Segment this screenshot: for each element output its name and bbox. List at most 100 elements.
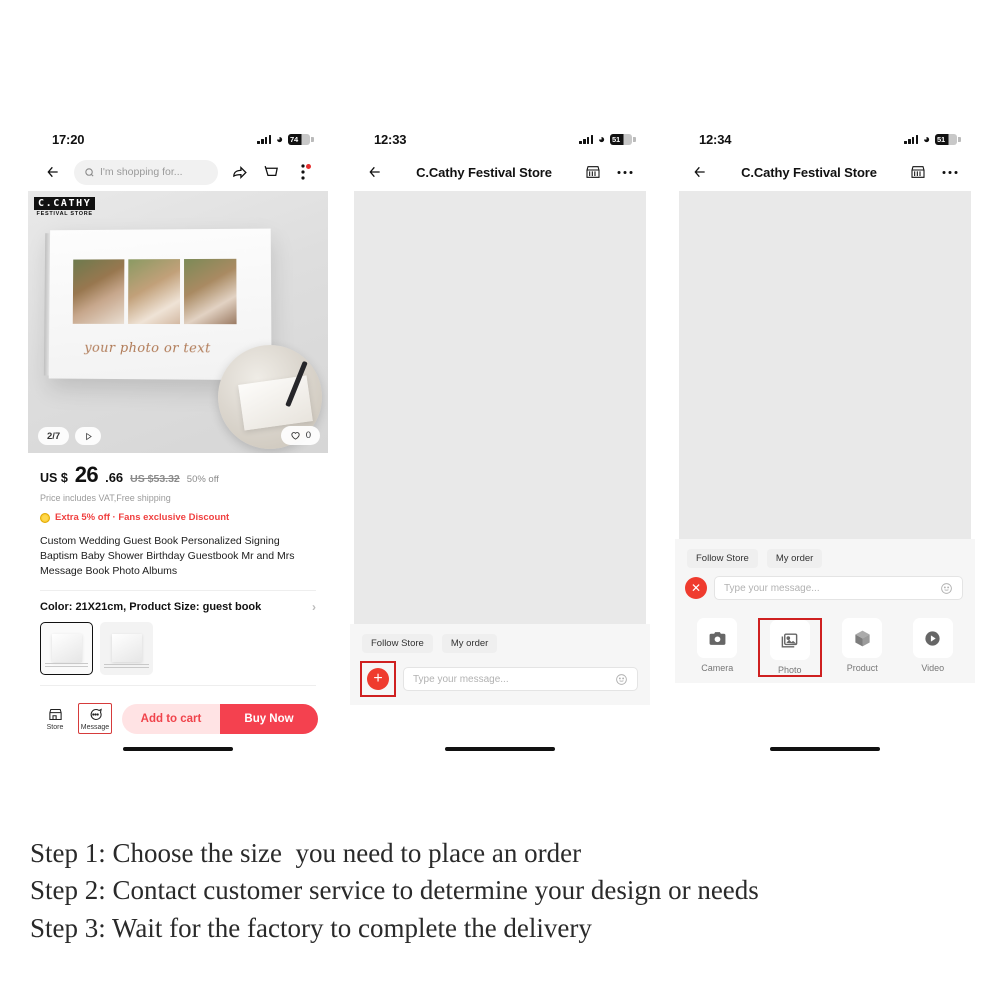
status-bar: 17:20 ◕ 74 (28, 125, 328, 153)
status-indicators: ◕ 51 (579, 132, 636, 146)
variant-option[interactable] (100, 621, 153, 675)
phone-panel-attachments: 12:34 ◕ 51 C.Cathy Festival Store Follow… (675, 125, 975, 760)
photo-collage (72, 258, 237, 325)
chat-bubble-icon (90, 708, 102, 720)
brand-tagline: FESTIVAL STORE (36, 211, 93, 217)
message-input-row: ✕ Type your message... (675, 568, 975, 608)
price-amount: 26 (74, 462, 99, 487)
chat-bottom-bar: Follow Store My order + Type your messag… (350, 624, 650, 705)
image-counter: 2/7 (38, 427, 70, 445)
brand-name: C.CATHY (34, 197, 96, 210)
signal-icon (904, 134, 918, 144)
my-order-chip[interactable]: My order (441, 634, 498, 653)
message-input-row: + Type your message... (350, 653, 650, 705)
home-indicator (123, 747, 233, 751)
message-placeholder: Type your message... (724, 582, 820, 594)
more-horizontal-icon[interactable] (614, 161, 636, 183)
more-horizontal-icon[interactable] (939, 161, 961, 183)
follow-store-chip[interactable]: Follow Store (687, 549, 758, 568)
search-placeholder: I'm shopping for... (100, 166, 183, 178)
home-indicator (770, 747, 880, 751)
nav-bar: C.Cathy Festival Store (350, 153, 650, 191)
like-button[interactable]: 0 (280, 426, 320, 445)
discount-label: 50% off (186, 474, 219, 485)
storefront-icon[interactable] (907, 161, 929, 183)
nav-bar: C.Cathy Festival Store (675, 153, 975, 191)
status-indicators: ◕ 74 (257, 133, 314, 145)
close-circle-icon[interactable]: ✕ (685, 577, 707, 599)
attach-label: Product (846, 663, 878, 673)
product-title: Custom Wedding Guest Book Personalized S… (40, 534, 316, 591)
plus-circle-icon[interactable]: + (367, 668, 389, 690)
camera-icon (697, 618, 738, 658)
step-line-3: Step 3: Wait for the factory to complete… (30, 912, 592, 943)
signal-icon (579, 134, 593, 144)
back-arrow-icon[interactable] (364, 161, 386, 183)
back-arrow-icon[interactable] (689, 161, 711, 183)
back-arrow-icon[interactable] (42, 161, 64, 183)
battery-icon: 51 (935, 133, 961, 145)
carousel-controls: 2/7 (38, 427, 102, 445)
attach-video[interactable]: Video (903, 618, 964, 677)
cart-buttons: Add to cart Buy Now (122, 703, 318, 734)
collage-photo (128, 259, 181, 325)
add-to-cart-button[interactable]: Add to cart (122, 703, 220, 734)
chat-message-area (679, 191, 971, 539)
wifi-icon: ◕ (922, 132, 930, 146)
attach-label: Photo (777, 665, 802, 675)
notification-dot (306, 164, 311, 169)
wifi-icon: ◕ (597, 132, 605, 146)
step-line-2: Step 2: Contact customer service to dete… (30, 875, 759, 906)
store-button[interactable]: Store (38, 707, 72, 731)
vat-note: Price includes VAT,Free shipping (40, 493, 171, 503)
share-icon[interactable] (228, 161, 250, 183)
promo-label: Extra 5% off · Fans exclusive Discount (55, 512, 230, 523)
original-price: US $53.32 (130, 473, 180, 485)
my-order-chip[interactable]: My order (766, 549, 823, 568)
message-button[interactable]: Message (78, 703, 112, 734)
book-caption: your photo or text (84, 340, 211, 357)
buy-now-button[interactable]: Buy Now (220, 703, 318, 734)
attach-product[interactable]: Product (832, 618, 893, 677)
variant-thumbnails (40, 621, 316, 686)
search-input[interactable]: I'm shopping for... (74, 159, 218, 185)
smiley-icon[interactable] (615, 673, 628, 686)
collage-photo (184, 258, 237, 325)
storefront-icon (48, 708, 62, 720)
status-time: 12:33 (374, 131, 407, 147)
like-count: 0 (305, 430, 311, 441)
color-selector-label: Color: 21X21cm, Product Size: guest book (40, 600, 262, 613)
price-row: US $ 26 .66 US $53.32 50% off (40, 462, 316, 488)
message-label: Message (80, 724, 110, 731)
status-bar: 12:34 ◕ 51 (675, 125, 975, 153)
message-input[interactable]: Type your message... (714, 576, 963, 600)
home-indicator (445, 747, 555, 751)
variant-option[interactable] (40, 621, 93, 675)
nav-bar: I'm shopping for... (28, 153, 328, 191)
promo-row[interactable]: Extra 5% off · Fans exclusive Discount (40, 512, 316, 523)
coin-icon (40, 512, 50, 523)
message-placeholder: Type your message... (413, 673, 509, 685)
status-time: 17:20 (52, 131, 85, 147)
cart-icon[interactable] (260, 161, 282, 183)
attach-label: Camera (701, 663, 734, 673)
brand-logo: C.CATHY FESTIVAL STORE (34, 197, 96, 217)
phone-panel-product: 17:20 ◕ 74 I'm shopping for... C.CATHY F… (28, 125, 328, 760)
play-icon[interactable] (75, 427, 102, 445)
follow-store-chip[interactable]: Follow Store (362, 634, 433, 653)
attach-photo[interactable]: Photo (757, 618, 822, 677)
plus-button-highlight: + (360, 661, 396, 697)
steps-instructions: Step 1: Choose the size you need to plac… (30, 835, 990, 947)
smiley-icon[interactable] (940, 582, 953, 595)
collage-photo (72, 259, 125, 324)
attach-camera[interactable]: Camera (687, 618, 748, 677)
store-label: Store (46, 723, 64, 731)
more-vertical-icon[interactable] (292, 161, 314, 183)
color-selector-row[interactable]: Color: 21X21cm, Product Size: guest book… (40, 600, 316, 614)
storefront-icon[interactable] (582, 161, 604, 183)
status-indicators: ◕ 51 (904, 132, 961, 146)
price-cents: .66 (105, 470, 124, 485)
product-image-carousel[interactable]: C.CATHY FESTIVAL STORE your photo or tex… (28, 191, 328, 453)
product-info: US $ 26 .66 US $53.32 50% off Price incl… (28, 453, 328, 686)
message-input[interactable]: Type your message... (403, 667, 638, 691)
